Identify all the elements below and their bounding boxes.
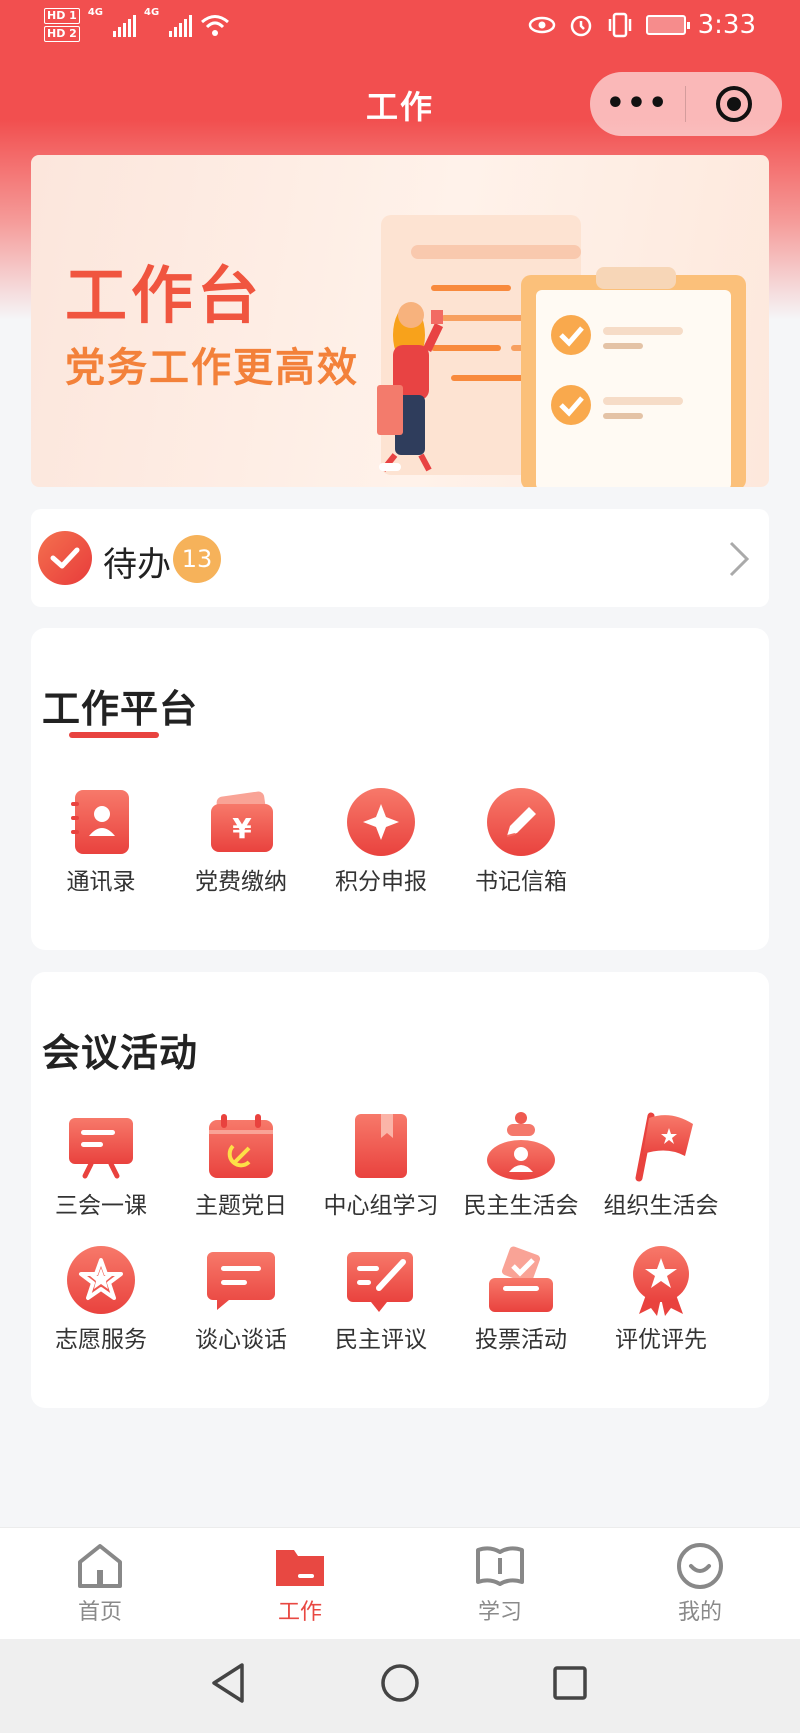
- grid-item-heart-talk[interactable]: 谈心谈话: [171, 1244, 311, 1354]
- banner-subtitle: 党务工作更高效: [65, 345, 359, 391]
- grid-item-label: 谈心谈话: [195, 1327, 287, 1353]
- bottom-tab-bar: 首页 工作 学习 我的: [0, 1527, 800, 1639]
- tab-mine[interactable]: 我的: [640, 1540, 760, 1626]
- grid-item-label: 投票活动: [475, 1327, 567, 1353]
- home-icon: [78, 1544, 122, 1588]
- section-title: 工作平台: [42, 687, 199, 731]
- grid-item-label: 评优评先: [615, 1327, 707, 1353]
- open-book-icon: [476, 1546, 524, 1586]
- presentation-board-icon: [69, 1118, 133, 1179]
- hd1-indicator: HD 1: [44, 8, 80, 24]
- grid-item-label: 主题党日: [195, 1193, 287, 1219]
- chevron-right-icon: [729, 541, 750, 577]
- status-bar: HD 1 HD 2 4G 4G 3:33: [0, 0, 800, 60]
- ballot-box-icon: [489, 1246, 553, 1312]
- battery-icon: [645, 15, 690, 35]
- todo-bar[interactable]: 待办 13: [31, 509, 769, 607]
- book-icon: [355, 1114, 407, 1178]
- points-icon: [347, 788, 415, 856]
- vibrate-icon: [608, 12, 631, 38]
- home-button-icon[interactable]: [380, 1663, 420, 1703]
- eye-icon: [528, 16, 555, 34]
- tab-label: 我的: [677, 1600, 722, 1625]
- smile-profile-icon: [677, 1543, 723, 1589]
- contacts-icon: [71, 790, 129, 854]
- svg-text:¥: ¥: [232, 812, 252, 845]
- grid-item-party-fee[interactable]: ¥ 党费缴纳: [171, 786, 311, 896]
- grid-item-party-day[interactable]: 主题党日: [171, 1110, 311, 1220]
- todo-check-icon: [38, 531, 92, 585]
- wifi-icon: [201, 15, 230, 36]
- network-type-1: 4G: [87, 7, 103, 18]
- tab-label: 工作: [277, 1600, 322, 1625]
- grid-item-label: 通讯录: [66, 869, 136, 895]
- todo-label: 待办: [103, 545, 171, 585]
- tab-label: 首页: [77, 1600, 122, 1625]
- grid-item-points[interactable]: 积分申报: [311, 786, 451, 896]
- grid-item-label: 民主评议: [335, 1327, 427, 1353]
- tab-study[interactable]: 学习: [440, 1540, 560, 1626]
- section-title-underline: [69, 732, 159, 738]
- grid-item-label: 三会一课: [55, 1193, 147, 1219]
- party-fee-icon: ¥: [211, 791, 273, 852]
- grid-item-label: 书记信箱: [475, 869, 567, 895]
- grid-item-voting[interactable]: 投票活动: [451, 1244, 591, 1354]
- tab-work[interactable]: 工作: [240, 1540, 360, 1626]
- party-day-calendar-icon: [209, 1114, 273, 1178]
- work-platform-card: 工作平台 通讯录 ¥ 党费缴纳 积分申报 书记信箱: [31, 628, 769, 950]
- grid-item-label: 志愿服务: [55, 1327, 147, 1353]
- grid-item-label: 组织生活会: [603, 1193, 719, 1219]
- more-menu-button[interactable]: •••: [590, 89, 685, 119]
- network-type-2: 4G: [144, 7, 160, 18]
- grid-item-org-life[interactable]: 组织生活会: [591, 1110, 731, 1220]
- section-title: 会议活动: [42, 1031, 199, 1075]
- grid-item-central-group-study[interactable]: 中心组学习: [311, 1110, 451, 1220]
- close-mini-program-button[interactable]: [686, 86, 781, 122]
- clock-time: 3:33: [697, 10, 756, 40]
- grid-item-label: 积分申报: [335, 869, 427, 895]
- signal-icon: [113, 13, 136, 37]
- grid-item-label: 党费缴纳: [195, 869, 287, 895]
- grid-item-democratic-review[interactable]: 民主评议: [311, 1244, 451, 1354]
- grid-item-contacts[interactable]: 通讯录: [31, 786, 171, 896]
- signal-icon: [169, 13, 193, 37]
- folder-icon: [276, 1550, 324, 1586]
- target-icon: [715, 86, 752, 122]
- recents-icon[interactable]: [552, 1665, 588, 1701]
- back-icon[interactable]: [208, 1661, 248, 1705]
- banner-illustration: [377, 215, 746, 487]
- chat-bubble-icon: [207, 1252, 275, 1310]
- grid-item-mailbox[interactable]: 书记信箱: [451, 786, 591, 896]
- grid-item-democratic-life[interactable]: 民主生活会: [451, 1110, 591, 1220]
- grid-item-three-meetings[interactable]: 三会一课: [31, 1110, 171, 1220]
- tab-label: 学习: [477, 1600, 522, 1625]
- todo-count-badge: 13: [173, 535, 221, 583]
- grid-item-label: 中心组学习: [323, 1193, 439, 1219]
- grid-item-label: 民主生活会: [463, 1193, 579, 1219]
- mailbox-pen-icon: [487, 788, 555, 856]
- mini-program-capsule: •••: [590, 72, 782, 136]
- banner-title: 工作台: [65, 259, 264, 332]
- meeting-person-icon: [487, 1112, 555, 1180]
- grid-item-awards[interactable]: 评优评先: [591, 1244, 731, 1354]
- meetings-card: 会议活动 三会一课 主题党日 中心组学习 民主生活会 组织生活会 志愿服务 谈心…: [31, 972, 769, 1408]
- tab-home[interactable]: 首页: [40, 1540, 160, 1626]
- flag-icon: [635, 1112, 693, 1182]
- award-medal-icon: [633, 1246, 689, 1316]
- star-circle-icon: [67, 1246, 135, 1314]
- review-edit-icon: [347, 1252, 413, 1312]
- alarm-icon: [570, 15, 591, 37]
- banner[interactable]: 工作台 党务工作更高效: [31, 155, 769, 487]
- system-navigation-bar: [0, 1639, 800, 1733]
- hd2-indicator: HD 2: [44, 26, 80, 42]
- grid-item-volunteer[interactable]: 志愿服务: [31, 1244, 171, 1354]
